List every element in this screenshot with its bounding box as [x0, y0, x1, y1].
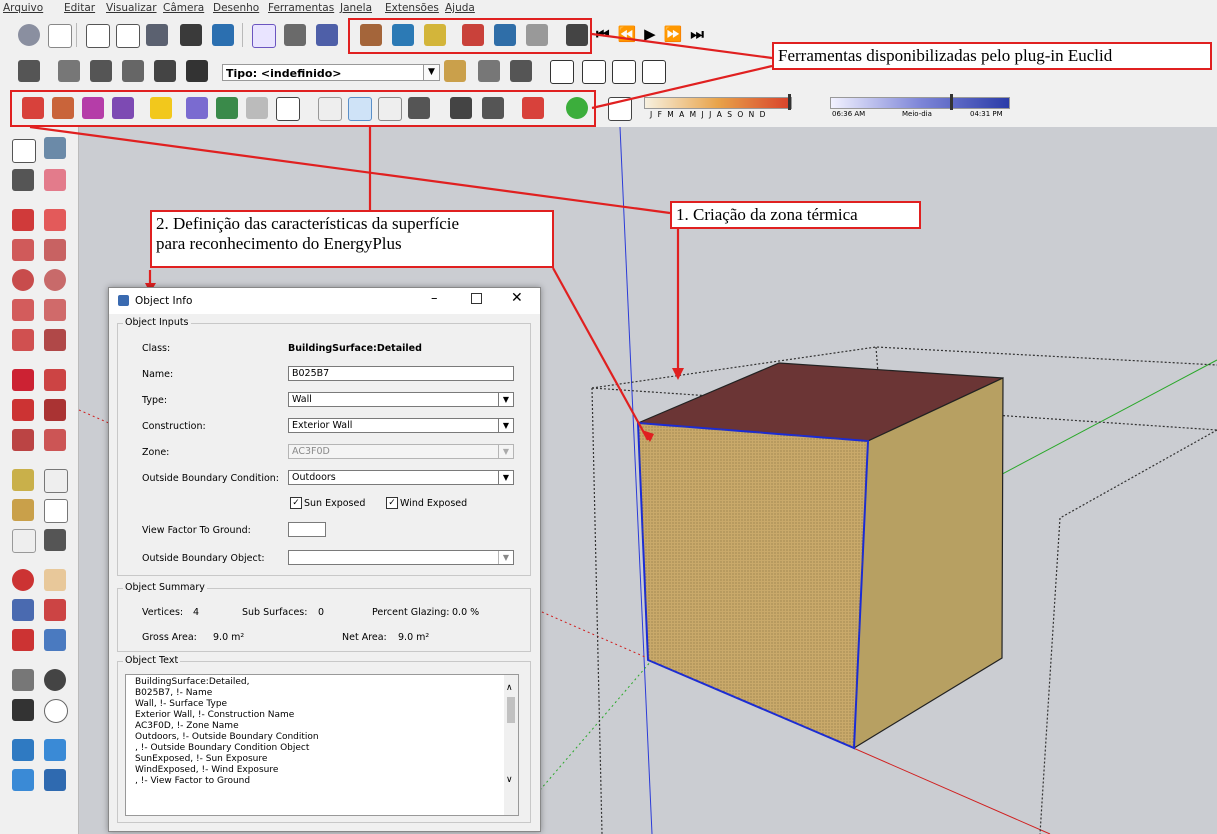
net-area-label: Net Area:: [342, 632, 387, 643]
class-label: Class:: [142, 343, 171, 354]
object-summary-label: Object Summary: [123, 582, 207, 593]
class-value: BuildingSurface:Detailed: [288, 343, 422, 354]
object-text-line: BuildingSurface:Detailed,: [135, 677, 250, 687]
callout-thermal-zone: 1. Criação da zona térmica: [670, 201, 921, 229]
wind-exposed-checkbox[interactable]: ✓: [386, 497, 398, 509]
name-field[interactable]: B025B7: [288, 366, 514, 381]
chevron-down-icon: ▼: [498, 471, 513, 484]
vertices-label: Vertices:: [142, 607, 184, 618]
name-label: Name:: [142, 369, 174, 380]
chevron-down-icon: ▼: [498, 551, 513, 564]
gross-area-label: Gross Area:: [142, 632, 197, 643]
construction-select-value: Exterior Wall: [292, 420, 353, 431]
selection-dots: [638, 423, 868, 748]
scrollbar-thumb[interactable]: [507, 697, 515, 723]
object-text-line: Wall, !- Surface Type: [135, 699, 228, 709]
object-text-area[interactable]: BuildingSurface:Detailed, B025B7, !- Nam…: [125, 674, 519, 816]
object-text-line: , !- Outside Boundary Condition Object: [135, 743, 310, 753]
zone-select-value: AC3F0D: [292, 446, 330, 457]
chevron-down-icon: ▼: [498, 419, 513, 432]
construction-label: Construction:: [142, 421, 206, 432]
subsurfaces-value: 0: [318, 607, 325, 618]
vertices-value: 4: [193, 607, 200, 618]
vf-field[interactable]: [288, 522, 326, 537]
vf-label: View Factor To Ground:: [142, 525, 251, 536]
object-text-line: Exterior Wall, !- Construction Name: [135, 710, 295, 720]
obo-select[interactable]: ▼: [288, 550, 514, 565]
obc-select[interactable]: Outdoors ▼: [288, 470, 514, 485]
type-label: Type:: [142, 395, 168, 406]
object-summary-group: Object Summary Vertices: 4 Sub Surfaces:…: [117, 582, 531, 652]
zone-select[interactable]: AC3F0D ▼: [288, 444, 514, 459]
close-icon[interactable]: ✕: [511, 290, 523, 306]
obc-label: Outside Boundary Condition:: [142, 473, 280, 484]
scroll-down-icon[interactable]: ∨: [506, 775, 513, 785]
callout-surface-line2: para reconhecimento do EnergyPlus: [156, 234, 402, 253]
callout-surface-line1: 2. Definição das características da supe…: [156, 214, 460, 233]
sketchup-logo-icon: [118, 295, 129, 306]
minimize-icon[interactable]: –: [431, 291, 438, 306]
zone-label: Zone:: [142, 447, 170, 458]
callout-surface: 2. Definição das características da supe…: [150, 210, 554, 268]
object-text-line: WindExposed, !- Wind Exposure: [135, 765, 279, 775]
object-text-line: , !- View Factor to Ground: [135, 776, 251, 786]
object-inputs-group: Object Inputs Class: BuildingSurface:Det…: [117, 317, 531, 576]
subsurfaces-label: Sub Surfaces:: [242, 607, 308, 618]
gross-area-value: 9.0 m²: [213, 632, 245, 643]
sun-exposed-label: Sun Exposed: [304, 498, 366, 509]
obo-label: Outside Boundary Object:: [142, 553, 265, 564]
net-area-value: 9.0 m²: [398, 632, 430, 643]
maximize-icon[interactable]: [471, 293, 482, 304]
glazing-label: Percent Glazing:: [372, 607, 450, 618]
object-inputs-label: Object Inputs: [123, 317, 191, 328]
scroll-up-icon[interactable]: ∧: [506, 683, 513, 693]
euclid-toolbar-highlight-top: [348, 18, 592, 54]
wind-exposed-label: Wind Exposed: [400, 498, 468, 509]
glazing-value: 0.0 %: [452, 607, 480, 618]
construction-select[interactable]: Exterior Wall ▼: [288, 418, 514, 433]
green-axis-hidden: [539, 659, 653, 791]
dialog-titlebar[interactable]: Object Info – ✕: [109, 288, 540, 314]
text-scrollbar[interactable]: ∧ ∨: [504, 675, 518, 815]
object-info-dialog: Object Info – ✕ Object Inputs Class: Bui…: [108, 287, 541, 832]
sun-exposed-checkbox[interactable]: ✓: [290, 497, 302, 509]
obc-select-value: Outdoors: [292, 472, 336, 483]
type-select-value: Wall: [292, 394, 312, 405]
type-select[interactable]: Wall ▼: [288, 392, 514, 407]
euclid-toolbar-highlight-bottom: [10, 90, 596, 127]
dialog-title: Object Info: [135, 295, 193, 307]
chevron-down-icon: ▼: [498, 445, 513, 458]
object-text-label: Object Text: [123, 655, 181, 666]
object-text-line: B025B7, !- Name: [135, 688, 213, 698]
chevron-down-icon: ▼: [498, 393, 513, 406]
object-text-line: AC3F0D, !- Zone Name: [135, 721, 239, 731]
object-text-line: Outdoors, !- Outside Boundary Condition: [135, 732, 319, 742]
callout-euclid: Ferramentas disponibilizadas pelo plug-i…: [772, 42, 1212, 70]
object-text-line: SunExposed, !- Sun Exposure: [135, 754, 268, 764]
